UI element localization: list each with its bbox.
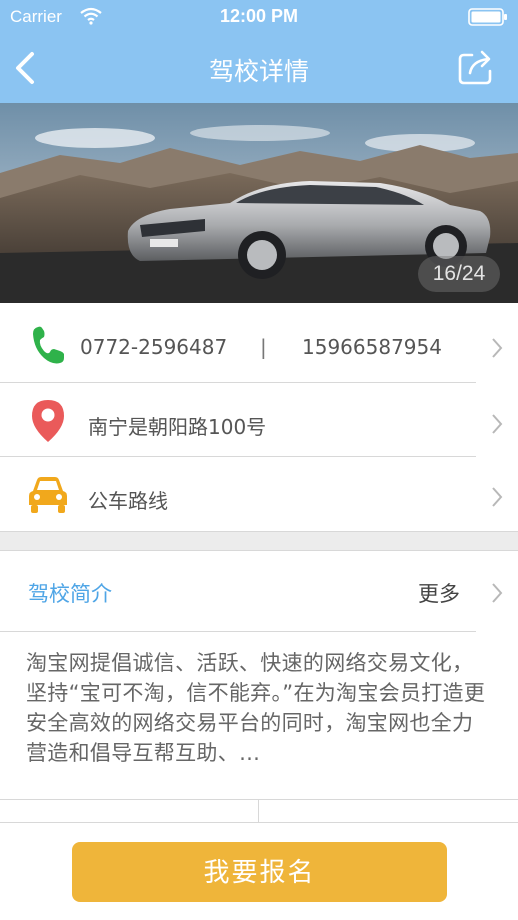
signup-button[interactable]: 我要报名 [72, 842, 447, 902]
clock-label: 12:00 PM [219, 6, 299, 26]
bus-route-label: 公车路线 [88, 489, 168, 513]
chevron-right-icon [490, 337, 504, 359]
divider [258, 800, 259, 822]
chevron-right-icon [490, 486, 504, 508]
divider [0, 631, 476, 632]
more-link[interactable]: 更多 [418, 578, 460, 608]
page-title: 驾校详情 [208, 57, 309, 86]
photo-counter-badge: 16/24 [418, 256, 500, 292]
address-row[interactable]: 南宁是朝阳路100号 [0, 383, 518, 456]
chevron-right-icon [490, 582, 504, 604]
share-icon [458, 50, 492, 85]
divider [0, 822, 518, 823]
bus-route-row[interactable]: 公车路线 [0, 457, 518, 531]
location-pin-icon [30, 398, 66, 444]
chevron-right-icon [490, 413, 504, 435]
intro-section-title: 驾校简介 [28, 582, 112, 606]
navigation-header: Carrier 12:00 PM 驾校详情 [0, 0, 518, 103]
share-button[interactable] [456, 47, 496, 87]
phone-number-primary[interactable]: 0772-2596487 [80, 335, 227, 359]
address-text: 南宁是朝阳路100号 [88, 415, 267, 439]
intro-body-text: 淘宝网提倡诚信、活跃、快速的网络交易文化，坚持“宝可不淘，信不能弃。”在为淘宝会… [26, 651, 486, 765]
section-separator [0, 531, 518, 551]
battery-icon [468, 8, 508, 26]
phone-number-secondary[interactable]: 15966587954 [302, 335, 442, 359]
divider [0, 799, 518, 800]
phone-separator: | [260, 335, 267, 359]
car-photo-banner[interactable]: 16/24 [0, 103, 518, 303]
phone-row[interactable]: 0772-2596487 | 15966587954 [0, 303, 518, 382]
phone-icon [30, 325, 66, 365]
status-bar: Carrier 12:00 PM [0, 0, 518, 34]
car-icon [27, 475, 69, 515]
